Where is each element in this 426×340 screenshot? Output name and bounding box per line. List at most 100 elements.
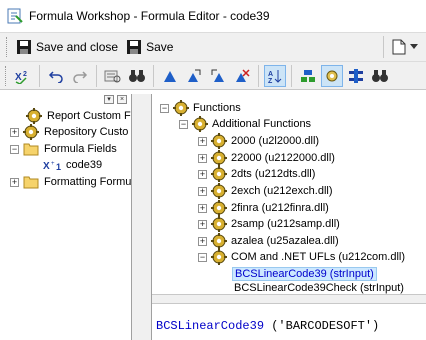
expand-icon[interactable]: + bbox=[198, 136, 207, 146]
svg-text:X: X bbox=[15, 72, 22, 83]
formula-workshop-icon bbox=[7, 8, 23, 24]
expand-icon[interactable]: + bbox=[198, 153, 207, 163]
tree-item-formatting-formulas[interactable]: + Formatting Formu bbox=[10, 174, 131, 190]
editor-splitter[interactable] bbox=[152, 294, 426, 304]
tree-item-report-custom-functions[interactable]: Report Custom F bbox=[26, 108, 131, 124]
collapse-icon[interactable]: − bbox=[179, 119, 188, 129]
svg-text:2: 2 bbox=[23, 71, 27, 78]
tree-node-label: azalea (u25azalea.dll) bbox=[231, 235, 339, 247]
tree-item-code39[interactable]: X + 1 code39 bbox=[43, 157, 104, 173]
tree-node-label: 2000 (u2l2000.dll) bbox=[231, 135, 320, 147]
collapse-icon[interactable]: − bbox=[198, 252, 207, 262]
gear-icon bbox=[211, 233, 227, 249]
svg-text:X: X bbox=[43, 161, 50, 172]
new-document-icon bbox=[392, 39, 406, 55]
toolbar-grip bbox=[5, 65, 9, 86]
formula-text-editor[interactable]: BCSLinearCode39 ('BARCODESOFT') bbox=[152, 304, 426, 340]
toolbar-separator bbox=[39, 64, 40, 87]
tree-node-azalea[interactable]: + azalea (u25azalea.dll) bbox=[198, 233, 341, 249]
redo-button[interactable] bbox=[69, 65, 91, 87]
find-button[interactable] bbox=[126, 65, 148, 87]
toggle-bookmark-button[interactable] bbox=[159, 65, 181, 87]
expand-icon[interactable]: + bbox=[10, 127, 19, 137]
tree-node-functions[interactable]: − Functions bbox=[160, 100, 243, 116]
formula-function-name: BCSLinearCode39 bbox=[156, 319, 265, 333]
tree-node-2000[interactable]: + 2000 (u2l2000.dll) bbox=[198, 133, 321, 149]
redo-icon bbox=[73, 70, 88, 83]
save-and-close-label: Save and close bbox=[36, 40, 119, 54]
show-field-tree-button[interactable] bbox=[297, 65, 319, 87]
show-operator-tree-button[interactable] bbox=[345, 65, 367, 87]
tree-node-label: 2dts (u212dts.dll) bbox=[231, 168, 316, 180]
expand-icon[interactable]: + bbox=[10, 177, 19, 187]
tree-node-label: 2exch (u212exch.dll) bbox=[231, 185, 333, 197]
next-bookmark-button[interactable] bbox=[183, 65, 205, 87]
browse-data-button[interactable] bbox=[102, 65, 124, 87]
floppy-disk-icon bbox=[127, 40, 142, 54]
tree-item-label: Formula Fields bbox=[44, 143, 117, 155]
tree-node-com-net-ufls[interactable]: − COM and .NET UFLs (u212com.dll) bbox=[198, 249, 407, 265]
tree-node-2exch[interactable]: + 2exch (u212exch.dll) bbox=[198, 183, 335, 199]
tree-node-2finra[interactable]: + 2finra (u212finra.dll) bbox=[198, 200, 331, 216]
chevron-down-icon bbox=[410, 44, 418, 49]
collapse-icon[interactable]: − bbox=[10, 144, 19, 154]
gear-icon bbox=[192, 116, 208, 132]
expand-icon[interactable]: + bbox=[198, 219, 207, 229]
gear-icon bbox=[211, 150, 227, 166]
field-tree-icon bbox=[301, 69, 315, 82]
svg-text:1: 1 bbox=[56, 162, 61, 172]
operator-tree-icon bbox=[349, 68, 363, 83]
new-button[interactable] bbox=[388, 35, 426, 59]
formula-expert-button[interactable] bbox=[369, 65, 391, 87]
save-and-close-button[interactable]: Save and close bbox=[12, 35, 122, 59]
save-button[interactable]: Save bbox=[122, 35, 177, 59]
check-x2-icon: X 2 bbox=[15, 71, 27, 84]
expand-icon[interactable]: + bbox=[198, 186, 207, 196]
tree-item-formula-fields[interactable]: − Formula Fields bbox=[10, 141, 119, 157]
gear-icon bbox=[211, 183, 227, 199]
show-function-tree-button[interactable] bbox=[321, 64, 343, 87]
save-label: Save bbox=[146, 40, 174, 54]
svg-text:+: + bbox=[51, 161, 55, 167]
tree-node-2samp[interactable]: + 2samp (u212samp.dll) bbox=[198, 216, 342, 232]
gear-icon bbox=[23, 124, 39, 140]
previous-bookmark-button[interactable] bbox=[207, 65, 229, 87]
expand-icon[interactable]: + bbox=[198, 203, 207, 213]
gear-icon bbox=[211, 249, 227, 265]
tree-node-additional-functions[interactable]: − Additional Functions bbox=[179, 116, 313, 132]
svg-text:A: A bbox=[268, 71, 273, 78]
tree-node-bcslinearcode39check[interactable]: BCSLinearCode39Check (strInput) bbox=[232, 280, 406, 294]
function-tree-icon bbox=[326, 70, 338, 81]
pane-caption-bar: ▾ × bbox=[0, 94, 131, 104]
pane-splitter[interactable] bbox=[132, 94, 152, 340]
tree-node-2dts[interactable]: + 2dts (u212dts.dll) bbox=[198, 166, 317, 182]
tree-node-label: COM and .NET UFLs (u212com.dll) bbox=[231, 251, 406, 263]
tree-item-label: Report Custom F bbox=[47, 110, 131, 122]
check-formula-button[interactable]: X 2 bbox=[12, 65, 34, 87]
collapse-icon[interactable]: − bbox=[160, 103, 169, 113]
floppy-disk-icon bbox=[17, 40, 31, 54]
gear-icon bbox=[173, 100, 189, 116]
workshop-tree-pane: ▾ × Report Custom F + Repository Custo −… bbox=[0, 94, 132, 340]
bookmark-icon bbox=[164, 70, 176, 82]
previous-bookmark-icon bbox=[211, 69, 224, 82]
expand-icon[interactable]: + bbox=[198, 169, 207, 179]
undo-button[interactable] bbox=[45, 65, 67, 87]
tree-item-repository-custom-functions[interactable]: + Repository Custo bbox=[10, 124, 130, 140]
tree-node-22000[interactable]: + 22000 (u2122000.dll) bbox=[198, 150, 337, 166]
clear-bookmarks-button[interactable] bbox=[231, 65, 253, 87]
toolbar-separator bbox=[153, 64, 154, 87]
tree-item-label: code39 bbox=[66, 159, 103, 171]
pane-close-button[interactable]: × bbox=[117, 94, 127, 104]
browse-field-icon bbox=[104, 70, 121, 82]
sort-az-icon: A Z bbox=[268, 69, 282, 84]
formula-arguments: ('BARCODESOFT') bbox=[264, 319, 380, 333]
sort-trees-button[interactable]: A Z bbox=[264, 64, 286, 87]
gear-icon bbox=[211, 216, 227, 232]
folder-icon bbox=[23, 176, 39, 189]
expand-icon[interactable]: + bbox=[198, 236, 207, 246]
window-title: Formula Workshop - Formula Editor - code… bbox=[29, 9, 270, 23]
tree-node-label-selected: BCSLinearCode39 (strInput) bbox=[232, 267, 377, 281]
pane-dropdown-button[interactable]: ▾ bbox=[104, 94, 114, 104]
toolbar-separator bbox=[258, 64, 259, 87]
